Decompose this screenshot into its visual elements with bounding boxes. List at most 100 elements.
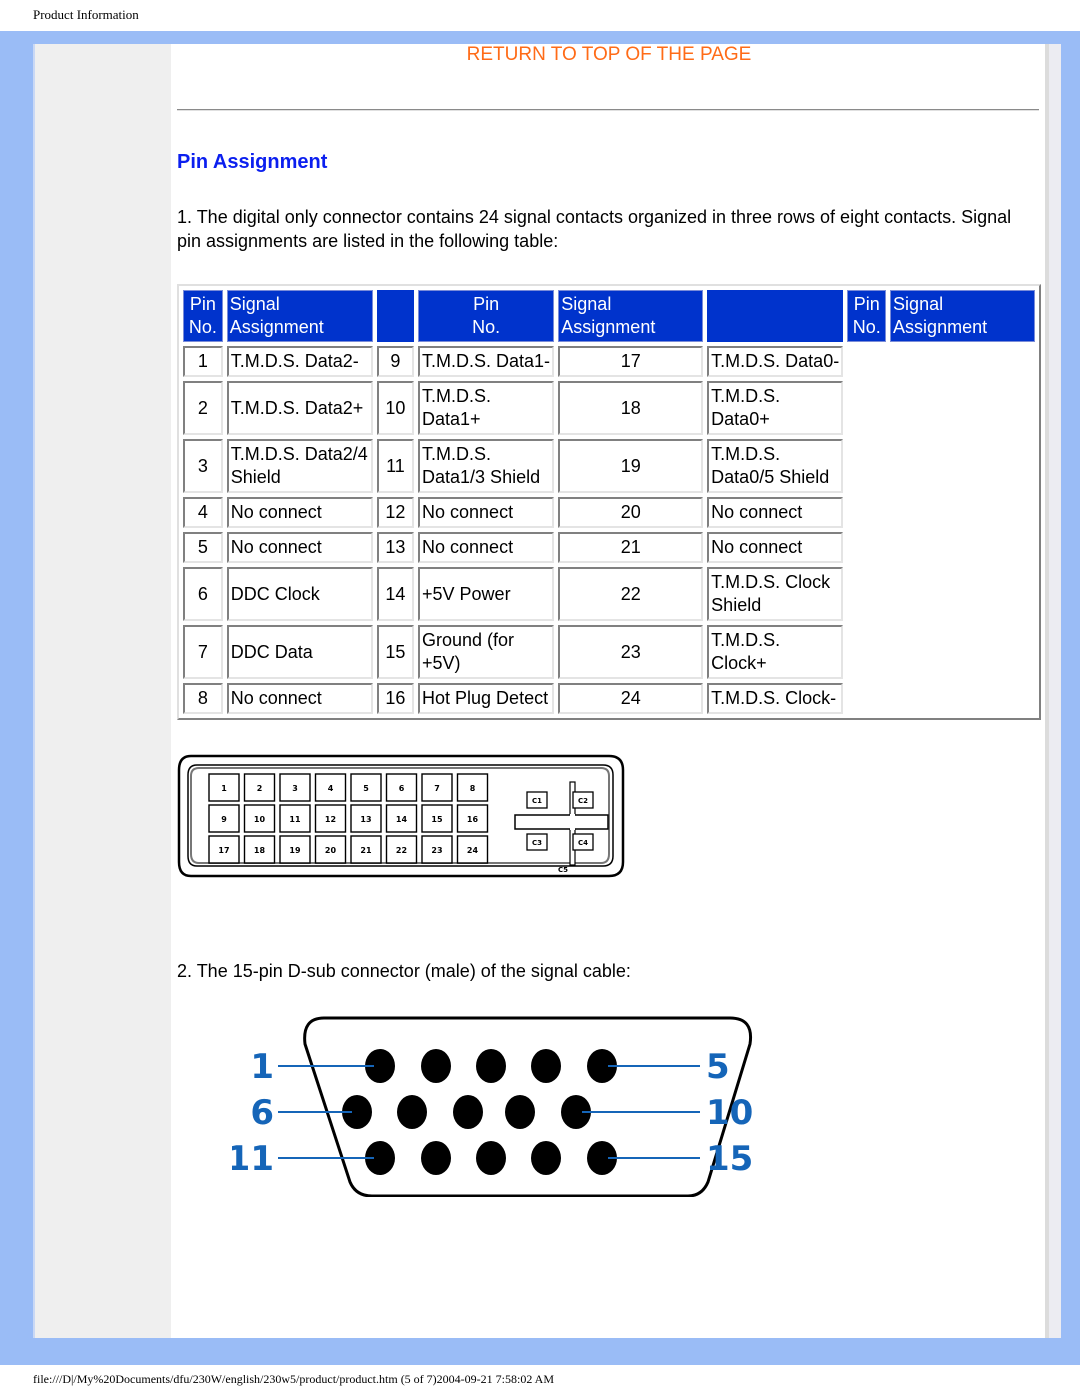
pin-number-cell: 18	[558, 381, 704, 435]
signal-cell: T.M.D.S. Clock+	[707, 625, 844, 679]
signal-cell: No connect	[707, 532, 844, 563]
return-to-top-link[interactable]: RETURN TO TOP OF THE PAGE	[177, 44, 1041, 66]
pin-number-cell: 4	[183, 497, 223, 528]
pin-number-cell: 14	[376, 567, 415, 621]
dvi-analog-label: C4	[578, 839, 588, 847]
pin-number-cell: 16	[376, 683, 415, 714]
pin-number-cell: 17	[558, 346, 704, 377]
dvi-pin-label: 3	[292, 784, 298, 793]
vga-pin	[421, 1141, 451, 1175]
vga-pin	[421, 1049, 451, 1083]
signal-cell: T.M.D.S. Data2+	[226, 381, 373, 435]
dvi-pin-label: 14	[396, 815, 408, 824]
dvi-pin-label: 4	[328, 784, 334, 793]
table-row: 3 T.M.D.S. Data2/4 Shield 11 T.M.D.S. Data1…	[183, 439, 1035, 493]
signal-cell: T.M.D.S. Clock Shield	[707, 567, 844, 621]
dvi-pin-label: 15	[431, 815, 443, 824]
dvi-pin-label: 8	[470, 784, 476, 793]
dsub-paragraph: 2. The 15-pin D-sub connector (male) of …	[177, 961, 631, 981]
signal-cell: T.M.D.S. Data0+	[707, 381, 844, 435]
dvi-pin-label: 18	[254, 846, 266, 855]
table-row: 7 DDC Data 15 Ground (for +5V) 23 T.M.D.S. Cl…	[183, 625, 1035, 679]
pin-number-cell: 9	[376, 346, 415, 377]
vga-label-left: 11	[232, 1139, 274, 1179]
content-panel: RETURN TO TOP OF THE PAGE Pin Assignment…	[33, 44, 1061, 1338]
section-title: Pin Assignment	[177, 151, 328, 173]
dvi-pin-label: 22	[396, 846, 407, 855]
dvi-pin-label: 7	[434, 784, 440, 793]
dvi-pin-label: 12	[325, 815, 336, 824]
vga-pin	[476, 1049, 506, 1083]
table-row: 8 No connect 16 Hot Plug Detect 24 T.M.D.S. C…	[183, 683, 1035, 714]
pin-number-cell: 7	[183, 625, 223, 679]
pin-number-cell: 5	[183, 532, 223, 563]
page-frame: RETURN TO TOP OF THE PAGE Pin Assignment…	[0, 31, 1080, 1365]
dvi-pin-label: 24	[467, 846, 479, 855]
dvi-pin-label: 5	[363, 784, 369, 793]
dvi-pin-label: 10	[254, 815, 266, 824]
signal-cell: No connect	[418, 497, 555, 528]
vga-pin	[531, 1049, 561, 1083]
left-sidebar	[35, 44, 171, 1338]
table-row: 2 T.M.D.S. Data2+ 10 T.M.D.S. Data1+ 18 T.M.D…	[183, 381, 1035, 435]
dvi-analog-label: C5	[558, 866, 568, 874]
table-row: 5 No connect 13 No connect 21 No connect	[183, 532, 1035, 563]
table-header-row: Pin No. Signal Assignment Pin No. Signal A…	[183, 290, 1035, 342]
header-signal: Signal Assignment	[226, 290, 373, 342]
dvi-pin-label: 17	[218, 846, 229, 855]
signal-cell: T.M.D.S. Data0-	[707, 346, 844, 377]
pin-number-cell: 24	[558, 683, 704, 714]
signal-cell: No connect	[226, 497, 373, 528]
dvi-pin-label: 9	[221, 815, 227, 824]
header-pin-no: Pin No.	[183, 290, 223, 342]
table-row: 1 T.M.D.S. Data2- 9 T.M.D.S. Data1- 17 T.M.D.…	[183, 346, 1035, 377]
signal-cell: Ground (for +5V)	[418, 625, 555, 679]
pin-number-cell: 21	[558, 532, 704, 563]
pin-assignment-table: Pin No. Signal Assignment Pin No. Signal A…	[177, 284, 1041, 720]
dvi-pin-label: 13	[360, 815, 371, 824]
signal-cell: No connect	[707, 497, 844, 528]
vga-pin	[397, 1095, 427, 1129]
column-separator	[707, 290, 844, 342]
pin-number-cell: 22	[558, 567, 704, 621]
pin-number-cell: 19	[558, 439, 704, 493]
dvi-connector-diagram: 1 2 3 4 5 6 7 89 10 11 12 13 14 15 1617 18 19 20 21 22 23 24 …	[177, 754, 625, 878]
signal-cell: No connect	[226, 532, 373, 563]
dvi-pin-label: 6	[399, 784, 405, 793]
vga-connector-diagram: 1 56 1011 15	[232, 1016, 753, 1197]
signal-cell: No connect	[418, 532, 555, 563]
table-row: 4 No connect 12 No connect 20 No connect	[183, 497, 1035, 528]
intro-paragraph: 1. The digital only connector contains 2…	[177, 207, 1012, 251]
dvi-pin-label: 1	[221, 784, 227, 793]
dvi-analog-label: C1	[532, 797, 542, 805]
table-row: 6 DDC Clock 14 +5V Power 22 T.M.D.S. Clock Sh…	[183, 567, 1035, 621]
scrollbar[interactable]	[1045, 44, 1061, 1338]
pin-number-cell: 8	[183, 683, 223, 714]
dvi-pin-label: 19	[289, 846, 301, 855]
signal-cell: No connect	[226, 683, 373, 714]
signal-cell: T.M.D.S. Data2/4 Shield	[226, 439, 373, 493]
header-signal: Signal Assignment	[558, 290, 704, 342]
pin-number-cell: 11	[376, 439, 415, 493]
header-pin-no: Pin No.	[847, 290, 887, 342]
column-separator	[376, 290, 415, 342]
page-header-title: Product Information	[33, 7, 139, 22]
pin-number-cell: 2	[183, 381, 223, 435]
dvi-pin-label: 16	[467, 815, 479, 824]
signal-cell: T.M.D.S. Clock-	[707, 683, 844, 714]
dvi-pin-label: 23	[431, 846, 442, 855]
pin-number-cell: 12	[376, 497, 415, 528]
dvi-analog-label: C3	[532, 839, 542, 847]
signal-cell: +5V Power	[418, 567, 555, 621]
vga-pin	[453, 1095, 483, 1129]
vga-pin	[476, 1141, 506, 1175]
signal-cell: T.M.D.S. Data1/3 Shield	[418, 439, 555, 493]
vga-label-right: 10	[706, 1093, 753, 1133]
pin-number-cell: 20	[558, 497, 704, 528]
dvi-pin-label: 11	[289, 815, 301, 824]
signal-cell: DDC Data	[226, 625, 373, 679]
vga-label-left: 6	[250, 1093, 274, 1133]
vga-pin	[505, 1095, 535, 1129]
footer-file-path: file:///D|/My%20Documents/dfu/230W/engli…	[33, 1372, 555, 1386]
pin-number-cell: 23	[558, 625, 704, 679]
